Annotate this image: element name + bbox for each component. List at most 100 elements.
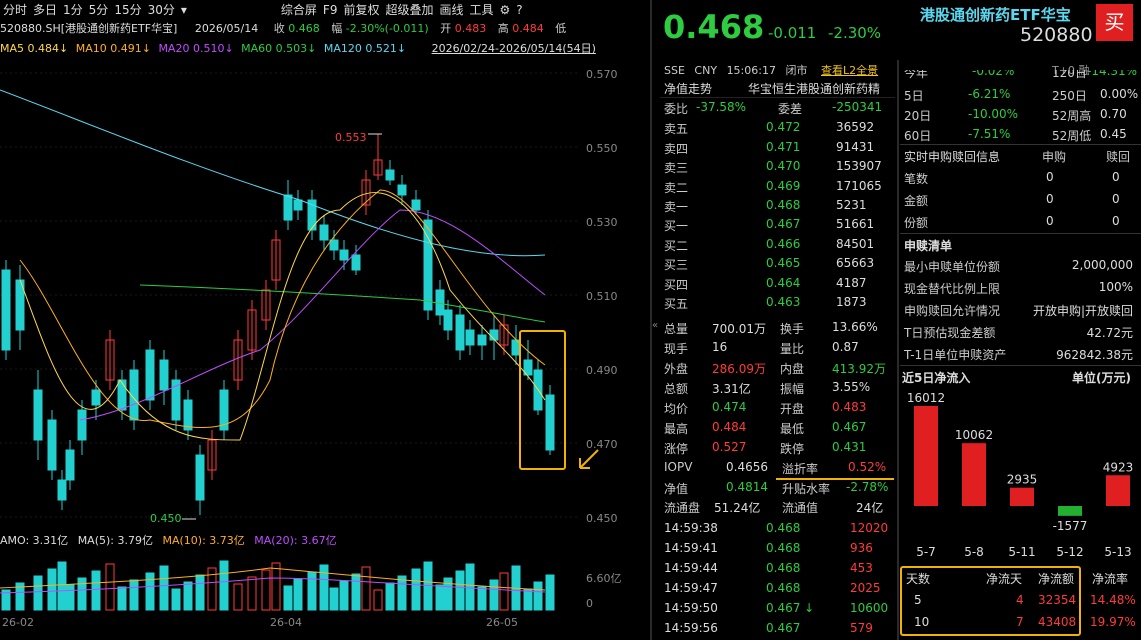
close-label: 收 xyxy=(273,22,285,35)
bid-volume: 65663 xyxy=(836,256,875,270)
bid-price: 0.463 xyxy=(766,295,801,309)
ask-level-label: 卖三 xyxy=(664,161,689,175)
volume-bar xyxy=(477,586,487,611)
inflow-bar-chart[interactable]: 16012 5-7 10062 5-8 2935 5-11 -1577 5-12 4923 5-1… xyxy=(900,388,1141,558)
volume-bar xyxy=(105,563,115,611)
tick-time: 14:59:41 xyxy=(664,541,718,555)
vol-axis-top: 6.60亿 xyxy=(586,572,622,585)
date-range[interactable]: 2026/02/24-2026/05/14(54日) xyxy=(432,42,596,55)
ask-volume: 91431 xyxy=(836,139,875,154)
ma120-line xyxy=(0,89,546,257)
tab-1min[interactable]: 1分 xyxy=(63,1,83,18)
buy-button[interactable]: 买 xyxy=(1096,4,1133,41)
volume-bar xyxy=(47,568,57,611)
perf-row: 20日 -10.00% 52周高 0.70 xyxy=(900,104,1141,126)
btn-overlay[interactable]: 超级叠加 xyxy=(385,1,433,18)
volume-bar xyxy=(261,569,271,611)
redeem-row-value: 开放申购|开放赎回 xyxy=(1032,304,1133,318)
btn-tools[interactable]: 工具 xyxy=(470,1,494,18)
subscription-row: 份额 0 0 xyxy=(900,211,1141,233)
stat-label: 最高 xyxy=(664,422,689,436)
l2-link[interactable]: 查看L2全景 xyxy=(821,64,878,77)
bid-level-label: 买一 xyxy=(664,219,689,233)
summary-inflow-days-header: 净流天 xyxy=(986,572,1023,586)
chevron-down-icon[interactable]: ▾ xyxy=(181,3,187,17)
tab-intraday[interactable]: 分时 xyxy=(3,1,27,18)
redeem-row-label: T-1日单位申赎资产 xyxy=(904,348,1007,362)
stat-row: 最高 0.484 最低 0.467 xyxy=(660,418,895,438)
btn-composite[interactable]: 综合屏 xyxy=(281,1,317,18)
chg-value: -2.30%(-0.011) xyxy=(345,22,429,35)
summary-amount-header: 净流额 xyxy=(1038,572,1075,586)
stat-value: 700.01万 xyxy=(712,322,766,336)
inflow-date: 5-8 xyxy=(964,545,984,558)
nav-row[interactable]: 净值走势 华宝恒生港股通创新药精 xyxy=(660,78,895,98)
redeem-row-label: T日预估现金差额 xyxy=(904,326,996,340)
vol-ma10-label: MA(10): 3.73亿 xyxy=(162,534,245,547)
bid-row: 买一 0.467 51661 xyxy=(660,215,895,235)
redeem-row-label: 申购赎回允许情况 xyxy=(904,304,1001,318)
nav-fund-name: 华宝恒生港股通创新药精 xyxy=(748,82,881,96)
help-icon[interactable]: ? xyxy=(516,3,522,17)
collapse-arrow-icon[interactable]: « xyxy=(652,320,658,331)
summary-header: 天数 净流天 净流额 净流率 xyxy=(900,567,1141,589)
tick-row: 14:59:56 0.467 579 xyxy=(660,619,895,639)
ma60-label: MA60 0.503↓ xyxy=(241,42,317,55)
redeem-row-value: 2,000,000 xyxy=(1071,258,1133,272)
ma5-label: MA5 0.484↓ xyxy=(0,42,69,55)
open-label: 开 xyxy=(440,22,452,35)
perf-row: 60日 -7.51% 52周低 0.45 xyxy=(900,124,1141,146)
high-value: 0.484 xyxy=(512,22,544,35)
price-tick: 0.550 xyxy=(586,142,618,155)
subscription-value: 0 xyxy=(1046,192,1054,206)
tick-volume: 10600 xyxy=(850,601,889,615)
tab-multiday[interactable]: 多日 xyxy=(33,1,57,18)
amo-label: AMO: 3.31亿 xyxy=(0,534,69,547)
chart-toolbar: 分时 多日 1分 5分 15分 30分 ▾ 综合屏 F9 前复权 超级叠加 画线… xyxy=(0,0,648,19)
candlestick-chart[interactable]: 0.553 0.450 xyxy=(0,60,580,530)
float-shares-label: 流通盘 xyxy=(664,501,701,515)
candle-body xyxy=(57,479,67,501)
volume-bar xyxy=(351,573,361,611)
volume-bar xyxy=(373,589,383,611)
volume-bar xyxy=(319,564,329,611)
volume-bar xyxy=(435,584,445,611)
float-shares-value: 51.24亿 xyxy=(714,501,761,515)
btn-draw[interactable]: 画线 xyxy=(440,1,464,18)
stat-value: 0.527 xyxy=(712,440,747,454)
tab-30min[interactable]: 30分 xyxy=(148,1,175,18)
subscription-row-label: 金额 xyxy=(904,194,929,208)
subscription-row: 金额 0 0 xyxy=(900,189,1141,211)
subscription-row: 笔数 0 0 xyxy=(900,167,1141,189)
perf-value: -0.02% xyxy=(972,70,1015,78)
weibi-label: 委比 xyxy=(664,102,689,116)
float-cap-label: 流通值 xyxy=(782,501,819,515)
btn-adjust[interactable]: 前复权 xyxy=(343,1,379,18)
volume-chart[interactable] xyxy=(0,548,580,613)
ask-level-label: 卖一 xyxy=(664,200,689,214)
btn-f9[interactable]: F9 xyxy=(323,3,338,17)
volume-bar xyxy=(545,574,555,611)
perf-label2: 250日 xyxy=(1052,89,1087,103)
tab-15min[interactable]: 15分 xyxy=(114,1,141,18)
stat-value2: 0.431 xyxy=(832,440,867,454)
nav-label: 净值走势 xyxy=(664,82,713,96)
candle-body xyxy=(351,254,361,271)
tick-price: 0.468 xyxy=(766,541,801,555)
bid-row: 买四 0.464 4187 xyxy=(660,274,895,294)
stat-label2: 开盘 xyxy=(780,402,805,416)
volume-bar xyxy=(219,560,229,611)
gear-icon[interactable]: ⚙ xyxy=(500,3,511,17)
nav-value-row: 净值 0.4814 升贴水率 -2.78% xyxy=(660,478,895,498)
tab-5min[interactable]: 5分 xyxy=(89,1,109,18)
bid-level-label: 买二 xyxy=(664,238,689,253)
redeem-row-value: 42.72元 xyxy=(1086,326,1133,340)
ask-price: 0.470 xyxy=(766,159,801,173)
redemption-value: 0 xyxy=(1112,192,1120,206)
open-value: 0.483 xyxy=(454,22,487,35)
inflow-bar xyxy=(914,406,938,506)
tick-time: 14:59:56 xyxy=(664,621,718,635)
bid-volume: 4187 xyxy=(836,275,867,290)
stat-value2: 413.92万 xyxy=(832,362,886,376)
candle-body xyxy=(1,269,11,351)
